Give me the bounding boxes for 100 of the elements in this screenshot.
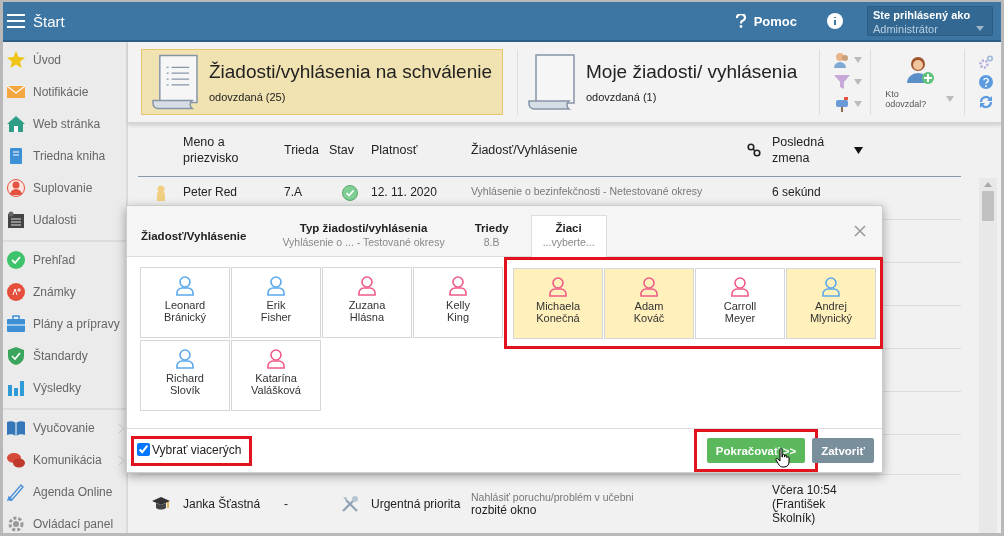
filter-icon[interactable] [834, 74, 851, 90]
caret-icon [854, 101, 863, 107]
dialog-tab[interactable]: Žiaci ...vyberte... [530, 215, 607, 257]
changed-cell-text: Včera 10:54 (František Školník) [772, 483, 838, 525]
column-header[interactable]: Žiadosť/Vyhlásenie [471, 142, 736, 158]
chart-icon [7, 379, 25, 397]
caret-icon [854, 57, 863, 63]
column-header[interactable]: Posledná zmena [772, 134, 832, 166]
grade-icon [7, 283, 25, 301]
sidebar-item[interactable]: Web stránka [3, 108, 126, 140]
sidebar-item[interactable]: Známky [3, 276, 126, 308]
chat-icon [7, 451, 25, 469]
validity-cell-text: Urgentná priorita [371, 497, 462, 511]
briefcase-icon [7, 315, 25, 333]
dialog-tab[interactable]: Žiadosť/Vyhlásenie [141, 216, 255, 256]
changed-cell-text: 6 sekúnd [772, 185, 822, 199]
gear-icon [7, 515, 25, 533]
envelope-icon [7, 83, 25, 101]
sidebar-item[interactable]: Agenda Online [3, 476, 126, 508]
sidebar-item[interactable]: Suplovanie [3, 172, 126, 204]
scrollbar[interactable] [979, 178, 997, 533]
caret-icon [976, 26, 984, 31]
submitter-filter[interactable]: Kto odovzdal? [885, 49, 965, 115]
list-scroll-icon [152, 53, 199, 111]
sidebar-item[interactable]: Ovládací panel [3, 508, 126, 533]
sidebar-item[interactable]: Notifikácie [3, 76, 126, 108]
user-role: Administrátor [873, 23, 938, 35]
info-icon[interactable] [827, 13, 843, 29]
student-tile[interactable]: Carroll Meyer [695, 267, 785, 339]
student-tile[interactable]: Erik Fisher [231, 267, 321, 338]
sidebar-item[interactable]: Prehľad [3, 244, 126, 276]
openbook-icon [7, 419, 25, 437]
dialog-tab[interactable]: Typ žiadosti/vyhlásenia Vyhlásenie o ... - Testované okresy [274, 216, 453, 256]
sidebar-item[interactable]: Štandardy [3, 340, 126, 372]
student-tile[interactable]: Kelly King [413, 267, 503, 338]
student-tile[interactable]: Andrej Mlynický [786, 267, 876, 339]
graduation-cap-icon [151, 496, 170, 512]
column-header[interactable]: Platnosť [371, 142, 471, 158]
close-icon[interactable] [854, 225, 866, 237]
card-subtitle: odovzdaná (25) [208, 91, 287, 103]
column-header[interactable]: Trieda [284, 142, 329, 158]
menu-icon[interactable] [7, 14, 25, 28]
card-title: Žiadosti/vyhlásenia na schválenie [208, 61, 492, 83]
people-icon[interactable] [834, 52, 851, 68]
name-cell-text: Peter Red [183, 185, 239, 199]
help-icon[interactable] [979, 75, 993, 89]
person-icon [7, 179, 25, 197]
student-tile[interactable]: Richard Slovík [140, 340, 230, 411]
house-icon [7, 115, 25, 133]
sidebar-item[interactable]: Komunikácia [3, 444, 126, 476]
link-icon [747, 143, 761, 157]
book-icon [7, 147, 25, 165]
refresh-icon[interactable] [979, 95, 993, 109]
sidebar-item[interactable]: Udalosti [3, 204, 126, 236]
sidebar-item[interactable]: Triedna kniha [3, 140, 126, 172]
caret-icon [854, 79, 863, 85]
page-title: Štart [33, 12, 65, 30]
sort-icon[interactable] [854, 146, 863, 154]
user-dropdown[interactable]: Ste prihlásený ako Administrátor [867, 6, 993, 36]
checkbox-label: Vybrať viacerých [152, 442, 242, 457]
shield-icon [7, 347, 25, 365]
column-header[interactable]: Meno a priezvisko [183, 134, 253, 166]
person-add-icon [904, 55, 935, 85]
student-tile[interactable]: Leonard Bránický [140, 267, 230, 338]
scroll-thumb[interactable] [982, 191, 994, 221]
student-tile[interactable]: Adam Kováč [604, 267, 694, 339]
scroll-up-icon[interactable] [984, 182, 992, 187]
scroll-icon [528, 53, 576, 111]
caret-icon [946, 96, 954, 102]
card-subtitle: odovzdaná (1) [586, 91, 658, 103]
check-icon [7, 251, 25, 269]
request-type: Vyhlásenie o bezinfekčnosti - Netestované okresy [471, 185, 704, 197]
pen-icon [7, 483, 25, 501]
request-type: Nahlásiť poruchu/problém v učebni [471, 491, 635, 503]
person-icon [155, 185, 166, 201]
sidebar-item[interactable]: Úvod [3, 44, 126, 76]
class-cell-text: 7.A [284, 185, 303, 199]
settings-icon[interactable] [979, 55, 993, 69]
column-header[interactable]: Stav [329, 142, 371, 158]
mailbox-icon[interactable] [834, 96, 851, 112]
validity-cell-text: 12. 11. 2020 [371, 185, 438, 199]
user-caption: Ste prihlásený ako [873, 9, 972, 21]
calendar-icon [7, 211, 25, 229]
star-icon [7, 51, 25, 69]
request-card[interactable]: Moje žiadosti/ vyhlásenia odovzdaná (1) [517, 49, 821, 115]
student-tile[interactable]: Katarína Valášková [231, 340, 321, 411]
name-cell-text: Janka Šťastná [183, 497, 262, 511]
help-link[interactable]: Pomoc [753, 13, 797, 29]
student-tile[interactable]: Michaela Konečná [513, 267, 603, 339]
dialog-tab[interactable]: Triedy 8.B [466, 216, 517, 256]
sidebar-item[interactable]: Plány a prípravy [3, 308, 126, 340]
request-card[interactable]: Žiadosti/vyhlásenia na schválenie odovzdaná (25) [141, 49, 503, 115]
multi-select-checkbox[interactable] [137, 443, 150, 456]
student-tile[interactable]: Zuzana Hlásna [322, 267, 412, 338]
sidebar-item[interactable]: Výsledky [3, 372, 126, 404]
request-title: rozbité okno [471, 503, 538, 517]
help-icon[interactable] [735, 14, 746, 28]
card-title: Moje žiadosti/ vyhlásenia [586, 61, 798, 83]
class-cell-text: - [284, 497, 289, 511]
sidebar-item[interactable]: Vyučovanie [3, 412, 126, 444]
